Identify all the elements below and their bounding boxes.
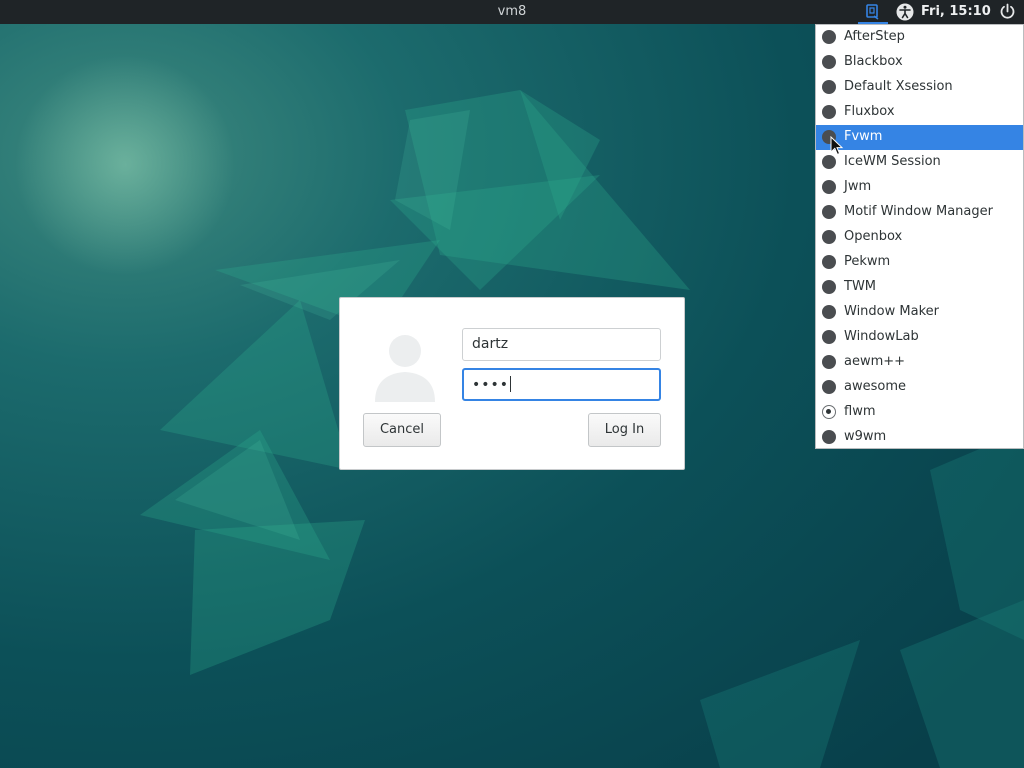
text-caret (510, 376, 512, 392)
login-dialog: dartz •••• Cancel Log In (339, 297, 685, 470)
radio-icon (822, 355, 836, 369)
radio-icon (822, 305, 836, 319)
session-item-label: AfterStep (844, 29, 905, 44)
login-button[interactable]: Log In (588, 413, 661, 447)
radio-icon (822, 55, 836, 69)
session-item-icewm-session[interactable]: IceWM Session (816, 150, 1023, 175)
power-icon[interactable] (999, 3, 1016, 20)
session-item-label: WindowLab (844, 329, 919, 344)
radio-icon (822, 430, 836, 444)
radio-icon (822, 330, 836, 344)
session-item-windowlab[interactable]: WindowLab (816, 325, 1023, 350)
session-item-motif-window-manager[interactable]: Motif Window Manager (816, 200, 1023, 225)
radio-icon (822, 255, 836, 269)
clock[interactable]: Fri, 15:10 (921, 4, 991, 19)
session-item-jwm[interactable]: Jwm (816, 175, 1023, 200)
session-item-flwm[interactable]: flwm (816, 400, 1023, 425)
password-mask: •••• (472, 377, 510, 393)
session-item-label: Openbox (844, 229, 903, 244)
session-icon-glyph (866, 4, 879, 20)
session-item-awesome[interactable]: awesome (816, 375, 1023, 400)
session-item-label: aewm++ (844, 354, 906, 369)
session-item-fvwm[interactable]: Fvwm (816, 125, 1023, 150)
session-item-pekwm[interactable]: Pekwm (816, 250, 1023, 275)
session-item-w9wm[interactable]: w9wm (816, 425, 1023, 450)
radio-icon (822, 155, 836, 169)
mouse-pointer-icon (830, 136, 844, 156)
session-item-afterstep[interactable]: AfterStep (816, 25, 1023, 50)
session-menu: AfterStep Blackbox Default Xsession Flux… (815, 24, 1024, 449)
session-item-openbox[interactable]: Openbox (816, 225, 1023, 250)
radio-icon (822, 80, 836, 94)
radio-icon (822, 180, 836, 194)
session-icon[interactable] (858, 2, 888, 24)
session-item-label: Fluxbox (844, 104, 895, 119)
accessibility-icon[interactable] (896, 3, 914, 21)
session-item-label: flwm (844, 404, 876, 419)
session-item-label: Blackbox (844, 54, 903, 69)
session-item-label: Fvwm (844, 129, 883, 144)
session-item-label: Pekwm (844, 254, 891, 269)
radio-icon (822, 230, 836, 244)
session-item-label: IceWM Session (844, 154, 941, 169)
session-item-label: Motif Window Manager (844, 204, 993, 219)
radio-checked-icon (822, 405, 836, 419)
user-avatar-icon (375, 335, 435, 402)
cancel-button[interactable]: Cancel (363, 413, 441, 447)
session-item-window-maker[interactable]: Window Maker (816, 300, 1023, 325)
session-item-label: TWM (844, 279, 877, 294)
session-item-blackbox[interactable]: Blackbox (816, 50, 1023, 75)
radio-icon (822, 205, 836, 219)
session-item-default-xsession[interactable]: Default Xsession (816, 75, 1023, 100)
radio-icon (822, 105, 836, 119)
radio-icon (822, 280, 836, 294)
session-item-label: w9wm (844, 429, 887, 444)
radio-icon (822, 380, 836, 394)
session-item-fluxbox[interactable]: Fluxbox (816, 100, 1023, 125)
session-item-label: awesome (844, 379, 906, 394)
session-item-label: Window Maker (844, 304, 939, 319)
radio-icon (822, 30, 836, 44)
session-item-aewm[interactable]: aewm++ (816, 350, 1023, 375)
session-item-label: Jwm (844, 179, 872, 194)
password-field[interactable]: •••• (462, 368, 661, 401)
username-field[interactable]: dartz (462, 328, 661, 361)
session-item-label: Default Xsession (844, 79, 953, 94)
session-item-twm[interactable]: TWM (816, 275, 1023, 300)
top-panel: vm8 Fri, 15:10 (0, 0, 1024, 24)
